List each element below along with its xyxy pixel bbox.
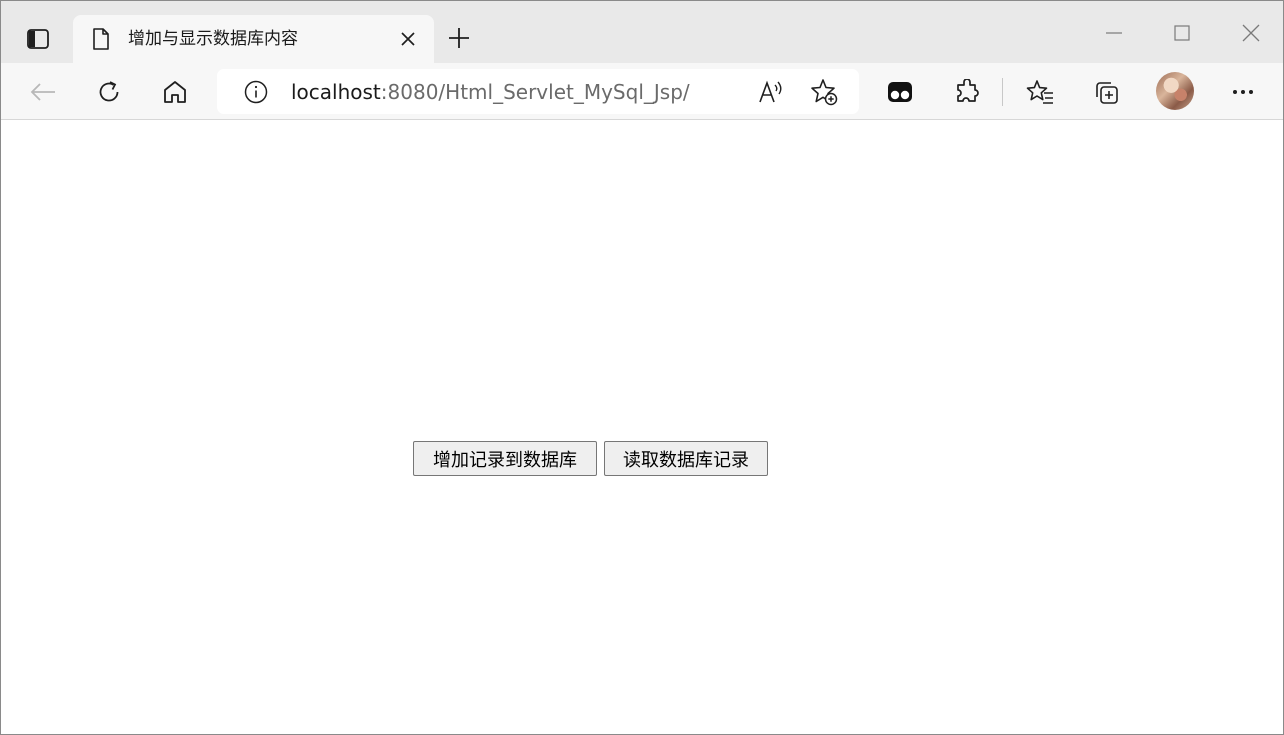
tab-actions-button[interactable] [19, 23, 57, 55]
back-button[interactable] [23, 72, 63, 112]
add-favorite-icon[interactable] [808, 76, 840, 108]
browser-window: 增加与显示数据库内容 localhost:8080/Html_Servlet_M… [0, 0, 1284, 735]
tracker-icon [887, 80, 913, 104]
close-icon [1242, 24, 1260, 42]
more-button[interactable] [1223, 72, 1263, 112]
url-text[interactable]: localhost:8080/Html_Servlet_MySql_Jsp/ [291, 79, 690, 105]
refresh-button[interactable] [89, 72, 129, 112]
minimize-button[interactable] [1091, 13, 1137, 53]
new-tab-button[interactable] [441, 22, 477, 54]
read-aloud-icon[interactable] [755, 76, 787, 108]
tab-title: 增加与显示数据库内容 [128, 29, 298, 49]
maximize-icon [1174, 25, 1190, 41]
add-record-button[interactable]: 增加记录到数据库 [413, 441, 597, 476]
favorites-icon [1026, 79, 1054, 105]
toolbar-divider [1002, 78, 1003, 106]
plus-icon [448, 27, 470, 49]
back-icon [30, 82, 56, 102]
tracker-button[interactable] [880, 72, 920, 112]
favorites-button[interactable] [1020, 72, 1060, 112]
page-icon [90, 27, 112, 51]
close-window-button[interactable] [1228, 13, 1274, 53]
address-bar[interactable]: localhost:8080/Html_Servlet_MySql_Jsp/ [217, 69, 859, 114]
url-path: :8080/Html_Servlet_MySql_Jsp/ [380, 80, 690, 104]
tab-active[interactable]: 增加与显示数据库内容 [73, 15, 434, 63]
info-icon[interactable] [243, 79, 269, 105]
tab-actions-icon [27, 29, 49, 49]
home-icon [162, 79, 188, 105]
browser-toolbar: localhost:8080/Html_Servlet_MySql_Jsp/ [1, 63, 1283, 120]
maximize-button[interactable] [1159, 13, 1205, 53]
page-content: 增加记录到数据库 读取数据库记录 [1, 121, 1283, 734]
avatar[interactable] [1156, 72, 1194, 110]
home-button[interactable] [155, 72, 195, 112]
extensions-icon [954, 79, 980, 105]
read-records-button[interactable]: 读取数据库记录 [604, 441, 768, 476]
refresh-icon [96, 79, 122, 105]
collections-button[interactable] [1086, 72, 1126, 112]
more-icon [1232, 89, 1254, 95]
extensions-button[interactable] [947, 72, 987, 112]
minimize-icon [1106, 32, 1122, 34]
collections-icon [1093, 79, 1119, 105]
close-tab-icon[interactable] [396, 27, 420, 51]
url-host: localhost [291, 80, 381, 104]
tab-strip: 增加与显示数据库内容 [1, 1, 1283, 63]
